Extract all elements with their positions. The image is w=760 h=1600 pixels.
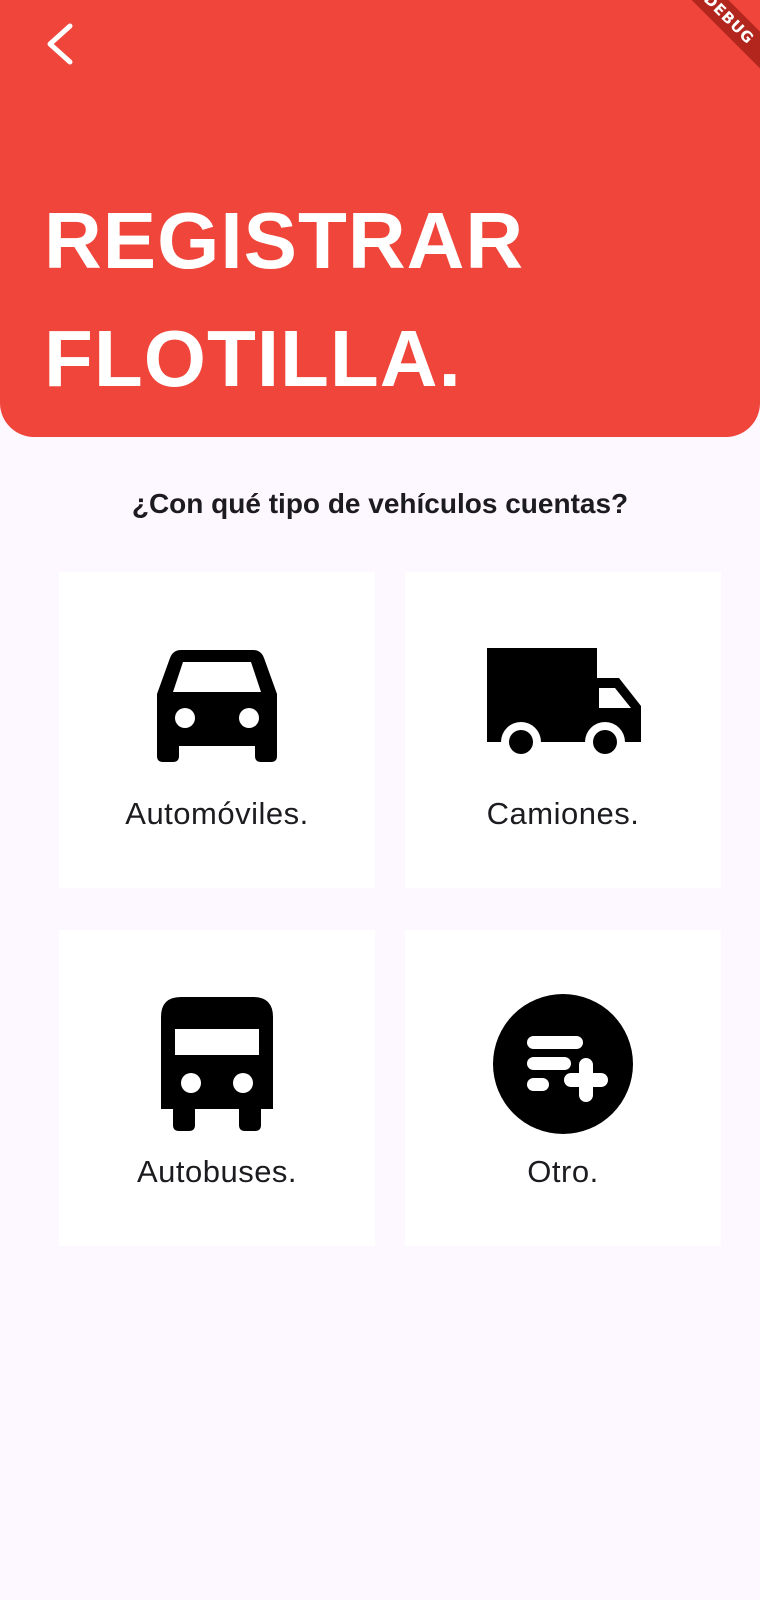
option-label: Otro. [527, 1154, 599, 1189]
option-card-automoviles[interactable]: Automóviles. [59, 572, 375, 888]
debug-banner: DEBUG [666, 0, 760, 82]
chevron-left-icon [47, 23, 73, 65]
option-label: Automóviles. [125, 796, 309, 831]
playlist-add-circle-icon [405, 994, 721, 1134]
option-card-camiones[interactable]: Camiones. [405, 572, 721, 888]
bus-icon [59, 997, 375, 1131]
option-card-autobuses[interactable]: Autobuses. [59, 930, 375, 1246]
car-icon [59, 640, 375, 772]
option-label: Camiones. [486, 796, 640, 831]
page-title-line2: FLOTILLA. [44, 314, 462, 403]
truck-icon [405, 640, 721, 772]
app-header: REGISTRAR FLOTILLA. DEBUG [0, 0, 760, 437]
page-title-line1: REGISTRAR [44, 196, 525, 285]
page-title: REGISTRAR FLOTILLA. [44, 182, 524, 418]
option-card-otro[interactable]: Otro. [405, 930, 721, 1246]
vehicle-type-question: ¿Con qué tipo de vehículos cuentas? [131, 488, 629, 519]
back-button[interactable] [36, 20, 84, 68]
option-label: Autobuses. [136, 1154, 298, 1189]
